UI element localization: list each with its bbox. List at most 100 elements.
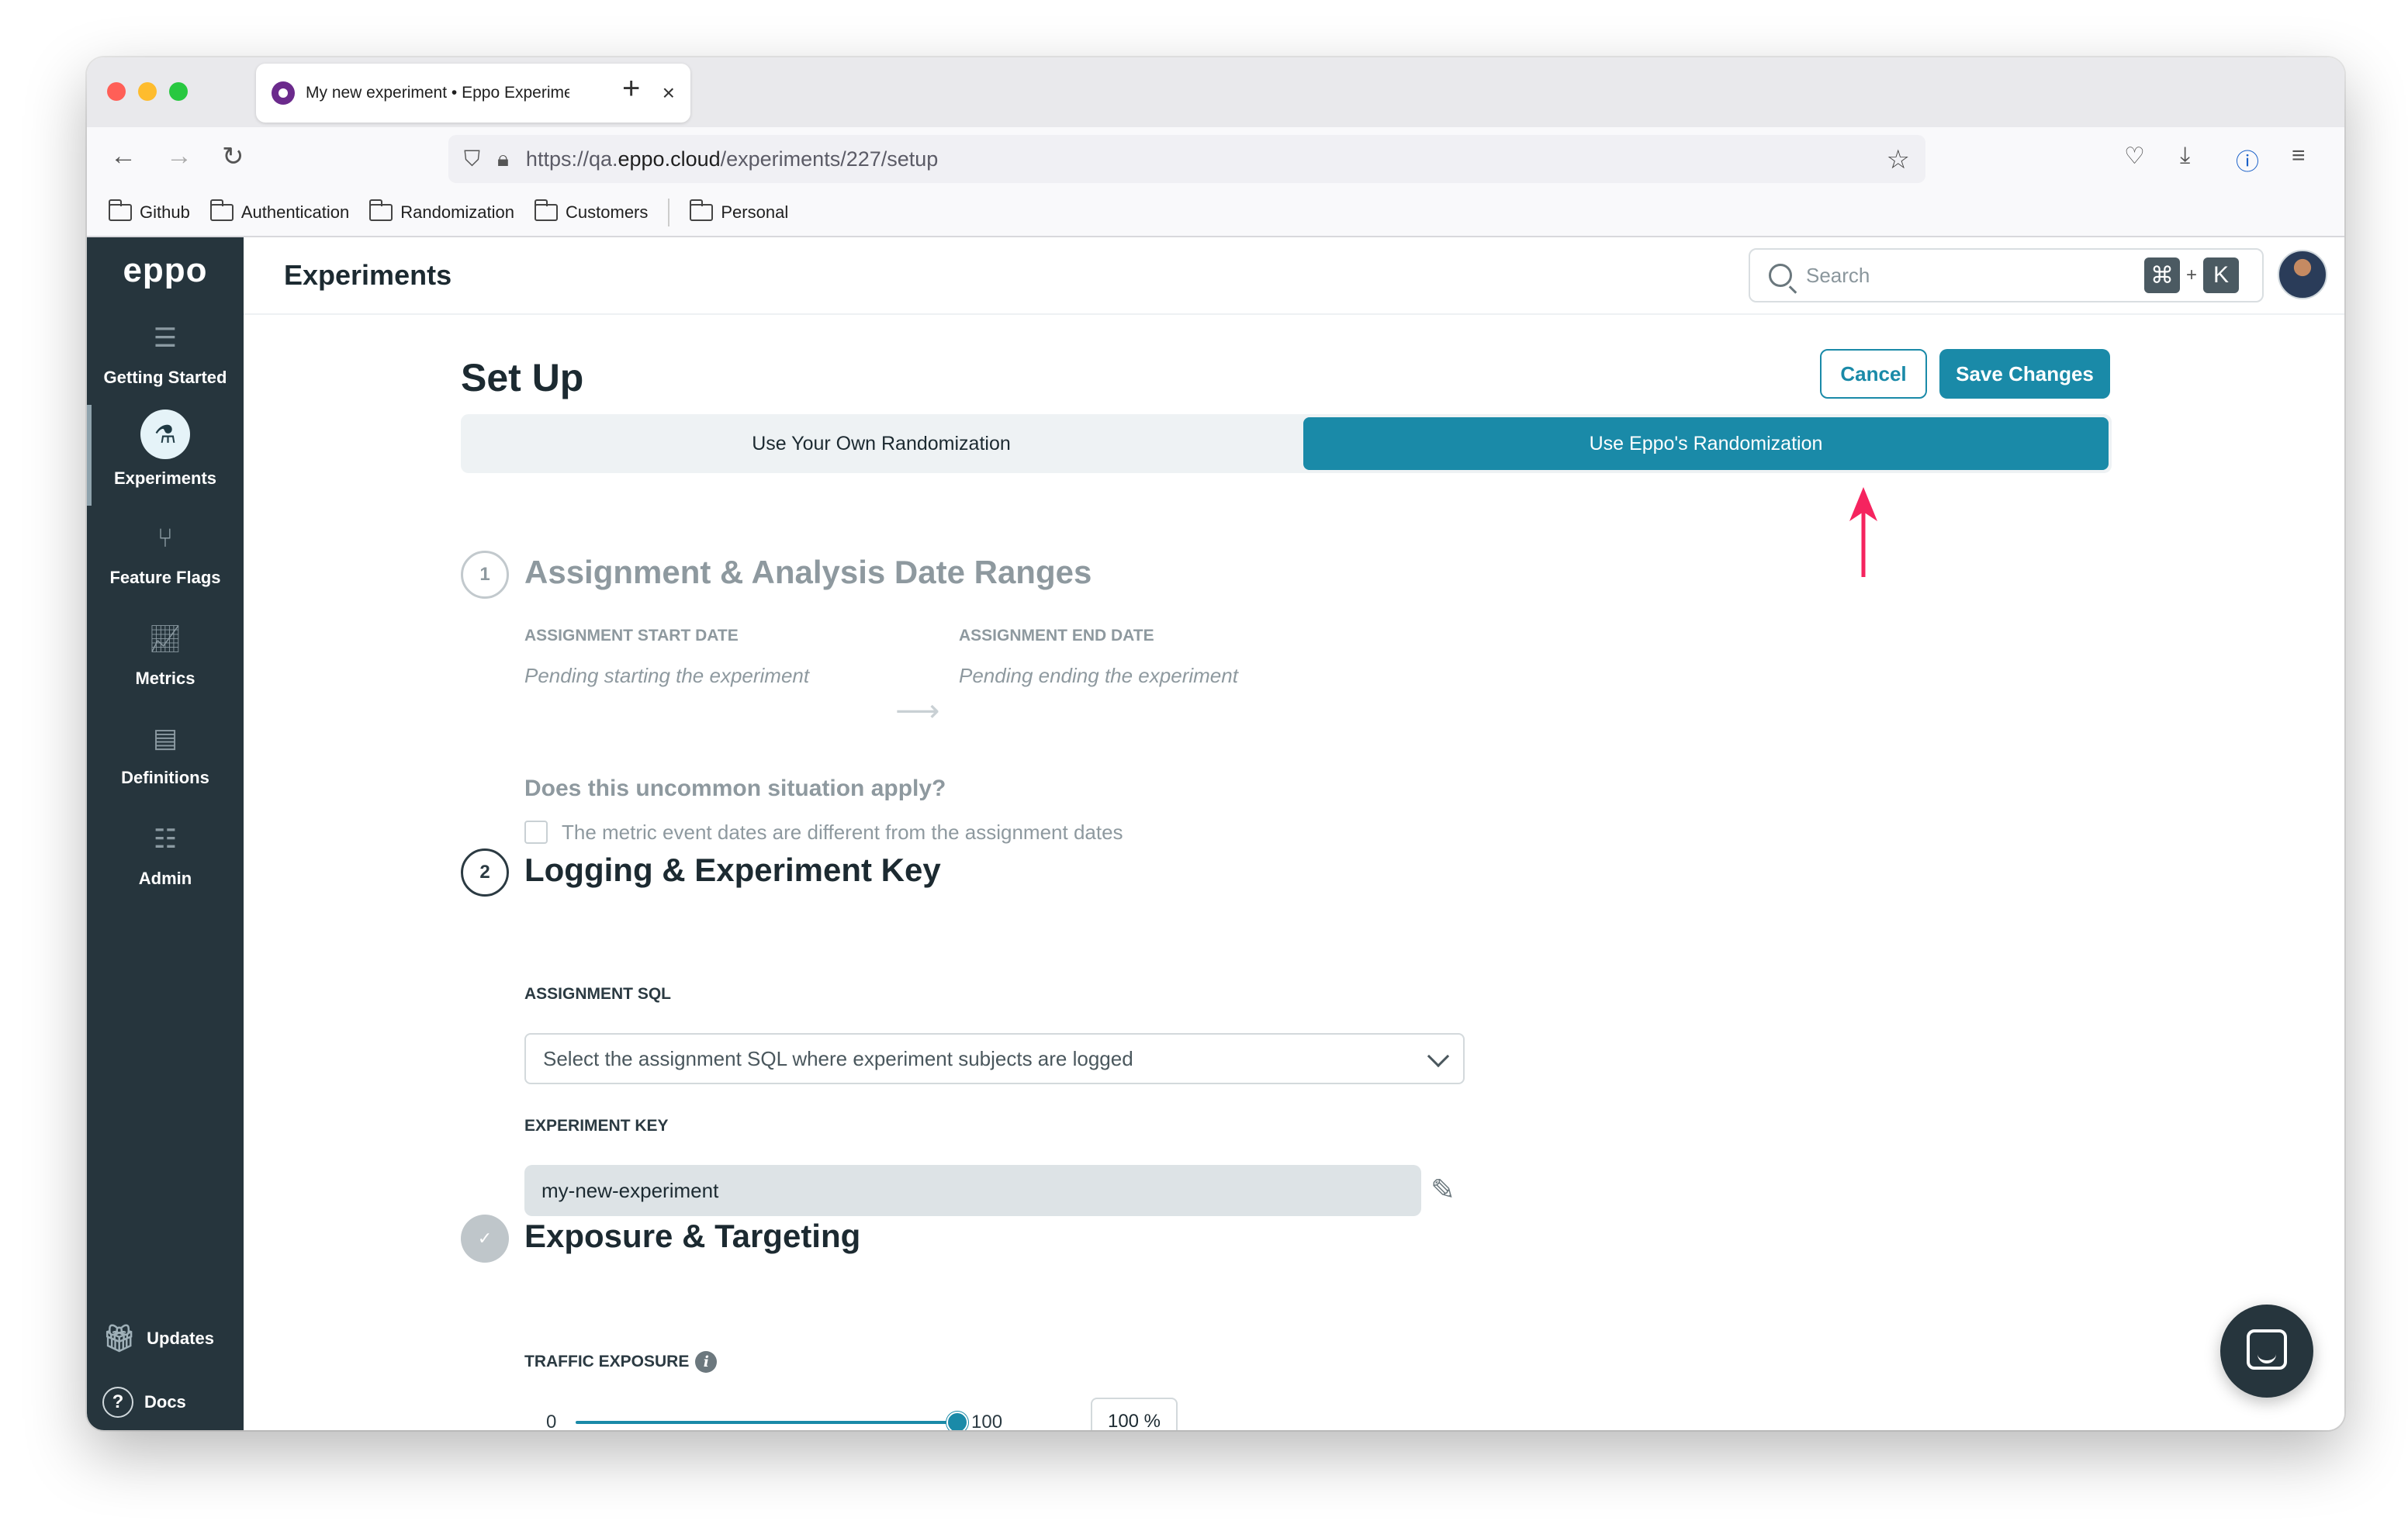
k-key: K xyxy=(2203,257,2239,293)
close-window-button[interactable] xyxy=(107,82,126,101)
search-input[interactable]: Search ⌘ + K xyxy=(1749,248,2264,302)
bookmark-label: Randomization xyxy=(400,202,515,222)
experiment-key-field[interactable]: my-new-experiment xyxy=(524,1165,1421,1216)
password-manager-icon[interactable]: ⓘ xyxy=(2236,143,2259,177)
folder-icon xyxy=(535,199,559,221)
traffic-exposure-input[interactable]: 100 % xyxy=(1091,1398,1178,1430)
sidebar-updates[interactable]: 🎁︎ Updates xyxy=(102,1323,214,1354)
book-icon: ▤ xyxy=(152,724,178,753)
bookmark-personal[interactable]: Personal xyxy=(690,199,789,223)
close-tab-icon[interactable]: × xyxy=(663,81,675,105)
shield-icon[interactable]: ⛉ xyxy=(464,147,480,172)
bookmark-randomization[interactable]: Randomization xyxy=(369,199,515,223)
end-date-label: ASSIGNMENT END DATE xyxy=(959,627,1154,645)
traffic-exposure-label: TRAFFIC EXPOSURE xyxy=(524,1353,690,1370)
folder-icon xyxy=(109,199,132,221)
save-changes-button[interactable]: Save Changes xyxy=(1939,349,2110,399)
metric-dates-checkbox-label[interactable]: The metric event dates are different fro… xyxy=(562,821,1123,845)
assignment-sql-placeholder: Select the assignment SQL where experime… xyxy=(543,1046,1133,1070)
cancel-button[interactable]: Cancel xyxy=(1820,349,1927,399)
shortcut-plus: + xyxy=(2185,264,2197,285)
chevron-down-icon xyxy=(1427,1045,1450,1068)
sidebar-item-feature-flags[interactable]: ⑂ Feature Flags xyxy=(87,520,244,588)
experiment-key-label: EXPERIMENT KEY xyxy=(524,1117,669,1135)
sidebar-docs[interactable]: ? Docs xyxy=(102,1387,186,1418)
bookmark-label: Github xyxy=(140,202,190,222)
step-2-badge: 2 xyxy=(461,848,509,897)
sidebar-item-admin[interactable]: ☷ Admin xyxy=(87,821,244,889)
bookmark-authentication[interactable]: Authentication xyxy=(209,199,350,223)
eppo-logo[interactable]: eppo xyxy=(87,251,244,290)
url-bar[interactable]: ⛉ 🔒︎ https://qa.eppo.cloud/experiments/2… xyxy=(448,135,1925,183)
browser-toolbar: ← → ↻ ⛉ 🔒︎ https://qa.eppo.cloud/experim… xyxy=(87,127,2344,189)
command-key: ⌘ xyxy=(2143,257,2180,293)
minimize-window-button[interactable] xyxy=(138,82,157,101)
url-text: https://qa.eppo.cloud/experiments/227/se… xyxy=(525,147,939,171)
assignment-sql-label: ASSIGNMENT SQL xyxy=(524,985,672,1003)
info-icon[interactable]: i xyxy=(695,1351,718,1373)
setup-title: Set Up xyxy=(461,356,584,399)
gift-icon: 🎁︎ xyxy=(102,1324,137,1353)
top-bar: Experiments Search ⌘ + K xyxy=(244,237,2344,315)
tab-title: My new experiment • Eppo Experiments xyxy=(306,84,569,102)
chart-icon: 📈︎ xyxy=(148,624,182,654)
section-3-title: Exposure & Targeting xyxy=(524,1218,861,1254)
slider-min-label: 0 xyxy=(546,1412,557,1430)
search-shortcut: ⌘ + K xyxy=(2143,257,2239,293)
sidebar: eppo ☰ Getting Started ⚗ Experiments ⑂ F… xyxy=(87,237,244,1430)
list-icon: ☰ xyxy=(153,323,178,353)
folder-icon xyxy=(209,199,234,221)
traffic-slider-track[interactable] xyxy=(576,1421,959,1424)
chat-support-button[interactable] xyxy=(2220,1305,2313,1398)
avatar[interactable] xyxy=(2278,250,2327,299)
chat-icon xyxy=(2247,1329,2287,1370)
reload-icon[interactable]: ↻ xyxy=(222,141,244,172)
slider-max-label: 100 xyxy=(971,1412,1003,1430)
eppo-randomization-option[interactable]: Use Eppo's Randomization xyxy=(1303,417,2109,470)
sidebar-item-label: Admin xyxy=(138,869,192,888)
bookmark-star-icon[interactable]: ☆ xyxy=(1887,144,1910,175)
new-tab-icon[interactable]: + xyxy=(622,71,640,106)
sidebar-item-getting-started[interactable]: ☰ Getting Started xyxy=(87,320,244,388)
sidebar-item-experiments[interactable]: ⚗ Experiments xyxy=(87,410,244,489)
sliders-icon: ☷ xyxy=(153,824,178,854)
lock-icon[interactable]: 🔒︎ xyxy=(497,147,509,172)
bookmark-github[interactable]: Github xyxy=(109,199,190,223)
download-icon[interactable]: ⤓ xyxy=(2180,143,2190,169)
setup-content: Set Up Cancel Save Changes Use Your Own … xyxy=(244,316,2344,1430)
pocket-icon[interactable]: ♡ xyxy=(2124,143,2145,170)
back-arrow-icon[interactable]: ← xyxy=(110,141,137,171)
menu-icon[interactable]: ≡ xyxy=(2292,143,2306,169)
maximize-window-button[interactable] xyxy=(169,82,188,101)
traffic-slider-handle[interactable] xyxy=(946,1412,968,1430)
sidebar-item-label: Definitions xyxy=(121,768,209,787)
help-icon: ? xyxy=(102,1387,133,1418)
bookmark-label: Personal xyxy=(721,202,789,222)
edit-pencil-icon[interactable]: ✎ xyxy=(1431,1173,1455,1208)
forward-arrow-icon[interactable]: → xyxy=(166,141,192,171)
bookmarks-bar: Github Authentication Randomization Cust… xyxy=(87,189,2344,237)
folder-icon xyxy=(690,199,714,221)
section-2-title: Logging & Experiment Key xyxy=(524,852,941,888)
updates-label: Updates xyxy=(147,1329,214,1348)
end-date-value: Pending ending the experiment xyxy=(959,664,1238,687)
tab-bar: My new experiment • Eppo Experiments × + xyxy=(87,57,2344,127)
eppo-app: eppo ☰ Getting Started ⚗ Experiments ⑂ F… xyxy=(87,237,2344,1430)
search-placeholder: Search xyxy=(1806,263,1870,287)
metric-dates-checkbox[interactable] xyxy=(524,821,548,844)
sidebar-item-definitions[interactable]: ▤ Definitions xyxy=(87,720,244,788)
eppo-favicon-icon xyxy=(272,81,295,105)
own-randomization-option[interactable]: Use Your Own Randomization xyxy=(464,417,1299,470)
traffic-exposure-label-row: TRAFFIC EXPOSURE i xyxy=(524,1351,718,1373)
section-1-title: Assignment & Analysis Date Ranges xyxy=(524,554,1092,590)
branch-icon: ⑂ xyxy=(157,524,174,553)
assignment-sql-select[interactable]: Select the assignment SQL where experime… xyxy=(524,1033,1465,1084)
sidebar-item-metrics[interactable]: 📈︎ Metrics xyxy=(87,620,244,689)
date-range-arrow-icon: ⟶ xyxy=(895,694,940,728)
start-date-value: Pending starting the experiment xyxy=(524,664,810,687)
bookmark-label: Authentication xyxy=(240,202,350,222)
sidebar-item-label: Feature Flags xyxy=(109,568,221,587)
sidebar-item-label: Metrics xyxy=(135,669,195,688)
bookmark-customers[interactable]: Customers xyxy=(535,199,648,223)
step-1-badge: 1 xyxy=(461,551,509,599)
